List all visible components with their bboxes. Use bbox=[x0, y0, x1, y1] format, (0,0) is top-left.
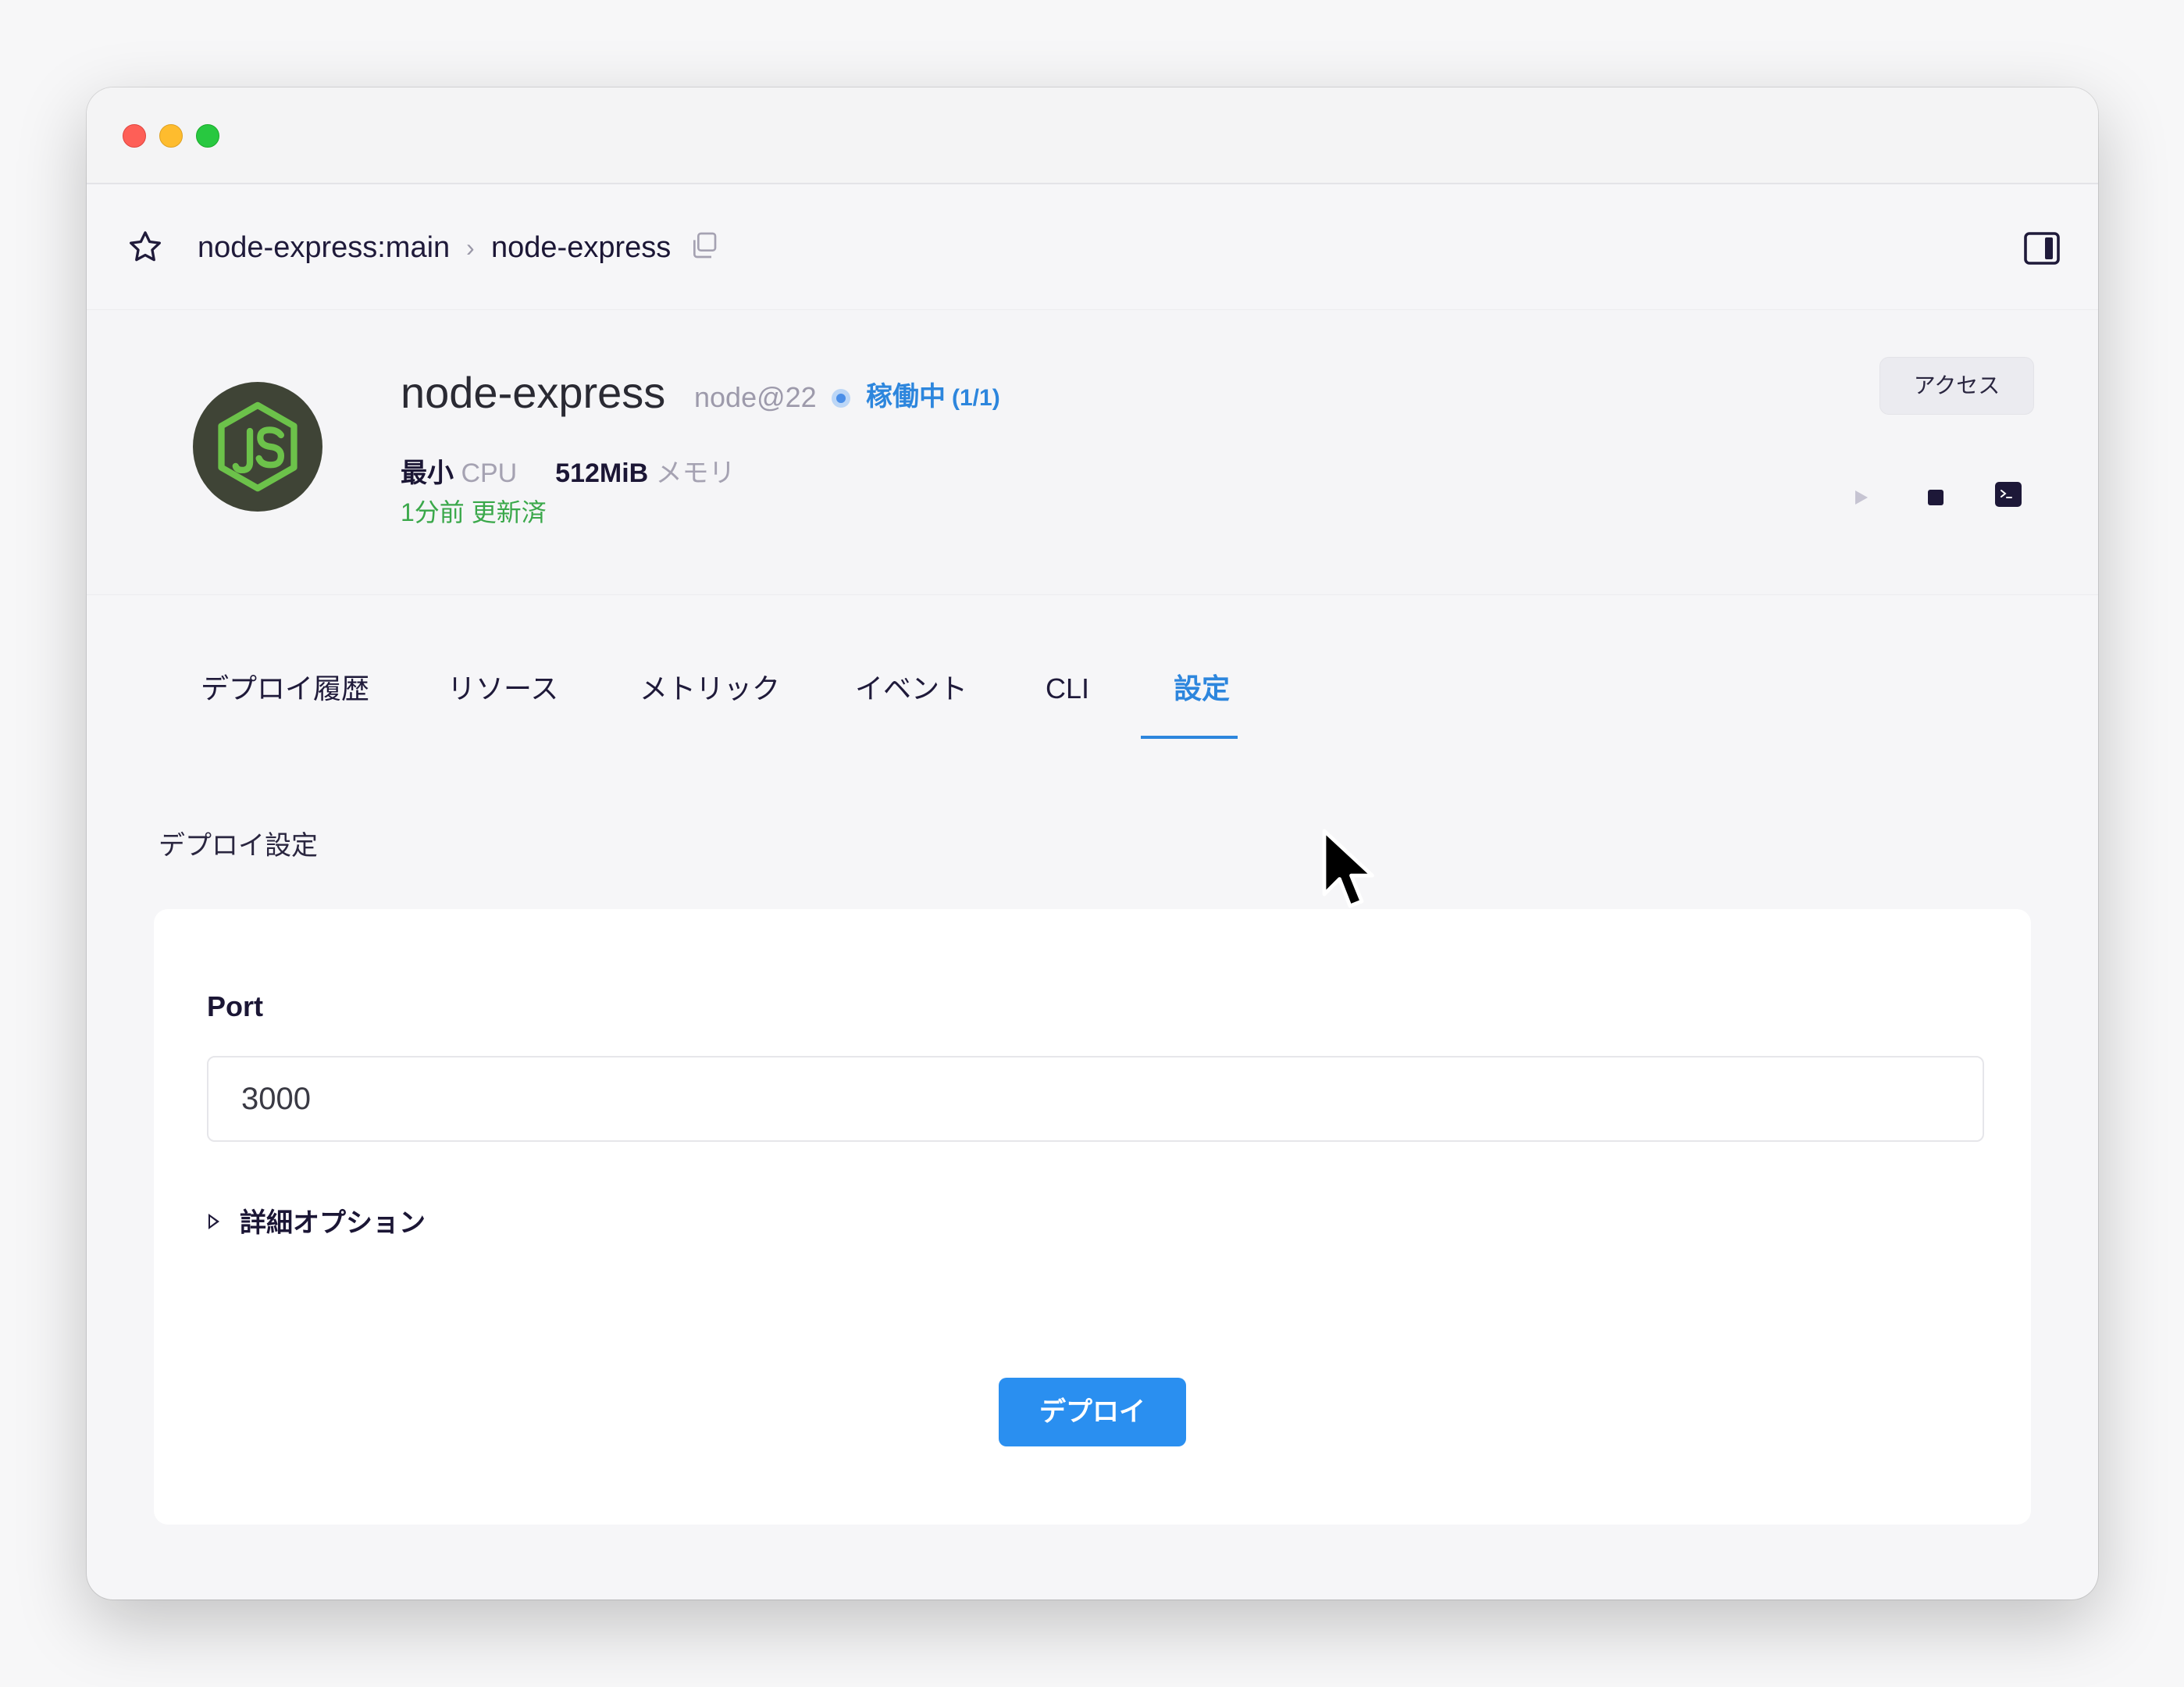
access-button[interactable]: アクセス bbox=[1879, 357, 2034, 415]
play-icon[interactable] bbox=[1851, 488, 1870, 507]
settings-card: Port 詳細オプション デプロイ bbox=[154, 909, 2031, 1525]
nodejs-logo bbox=[193, 382, 322, 512]
minimize-window-button[interactable] bbox=[159, 124, 183, 148]
memory-label: メモリ bbox=[655, 458, 736, 488]
deploy-button[interactable]: デプロイ bbox=[999, 1378, 1186, 1446]
tab-metrics[interactable]: メトリック bbox=[640, 650, 780, 728]
breadcrumb-project[interactable]: node-express:main bbox=[198, 228, 450, 267]
advanced-options-label: 詳細オプション bbox=[240, 1208, 426, 1238]
resource-spec: 最小 CPU 512MiB メモリ bbox=[401, 454, 736, 493]
port-label: Port bbox=[207, 990, 263, 1022]
section-title: デプロイ設定 bbox=[159, 831, 318, 861]
close-window-button[interactable] bbox=[123, 124, 146, 148]
title-bar bbox=[87, 87, 2098, 184]
tab-deploy-history[interactable]: デプロイ履歴 bbox=[201, 650, 369, 728]
tab-bar: デプロイ履歴 リソース メトリック イベント CLI 設定 bbox=[87, 650, 2098, 767]
service-name: node-express bbox=[401, 368, 666, 417]
sidebar-toggle-icon[interactable] bbox=[2023, 231, 2061, 266]
service-header: node-express node@22 稼働中 (1/1) 最小 CPU 51… bbox=[87, 309, 2098, 595]
disclosure-triangle-icon bbox=[208, 1214, 219, 1229]
star-icon[interactable] bbox=[126, 228, 165, 267]
tab-cli[interactable]: CLI bbox=[1046, 650, 1089, 728]
status-dot-icon bbox=[832, 389, 850, 408]
breadcrumb-service: node-express bbox=[491, 231, 672, 264]
toolbar: node-express:main › node-express bbox=[87, 184, 2098, 309]
cpu-label: CPU bbox=[461, 458, 518, 488]
runtime-label: node@22 bbox=[694, 381, 817, 413]
replica-count: (1/1) bbox=[952, 385, 1000, 411]
copy-icon[interactable] bbox=[688, 230, 719, 261]
app-window: node-express:main › node-express node-ex… bbox=[87, 87, 2098, 1600]
tab-settings[interactable]: 設定 bbox=[1174, 650, 1230, 728]
breadcrumb-separator: › bbox=[466, 234, 475, 262]
cpu-value: 最小 bbox=[401, 458, 454, 488]
updated-status: 1分前 更新済 bbox=[401, 498, 547, 526]
nodejs-hexagon-icon bbox=[218, 401, 297, 492]
status-label: 稼働中 bbox=[866, 382, 946, 412]
tab-resources[interactable]: リソース bbox=[447, 650, 558, 728]
stop-icon[interactable] bbox=[1928, 490, 1944, 505]
terminal-icon[interactable] bbox=[1995, 482, 2022, 507]
memory-value: 512MiB bbox=[555, 458, 649, 488]
active-tab-indicator bbox=[1141, 736, 1238, 739]
tab-events[interactable]: イベント bbox=[855, 650, 967, 728]
zoom-window-button[interactable] bbox=[196, 124, 219, 148]
mouse-pointer-icon bbox=[1322, 829, 1374, 908]
port-input[interactable] bbox=[207, 1056, 1984, 1142]
